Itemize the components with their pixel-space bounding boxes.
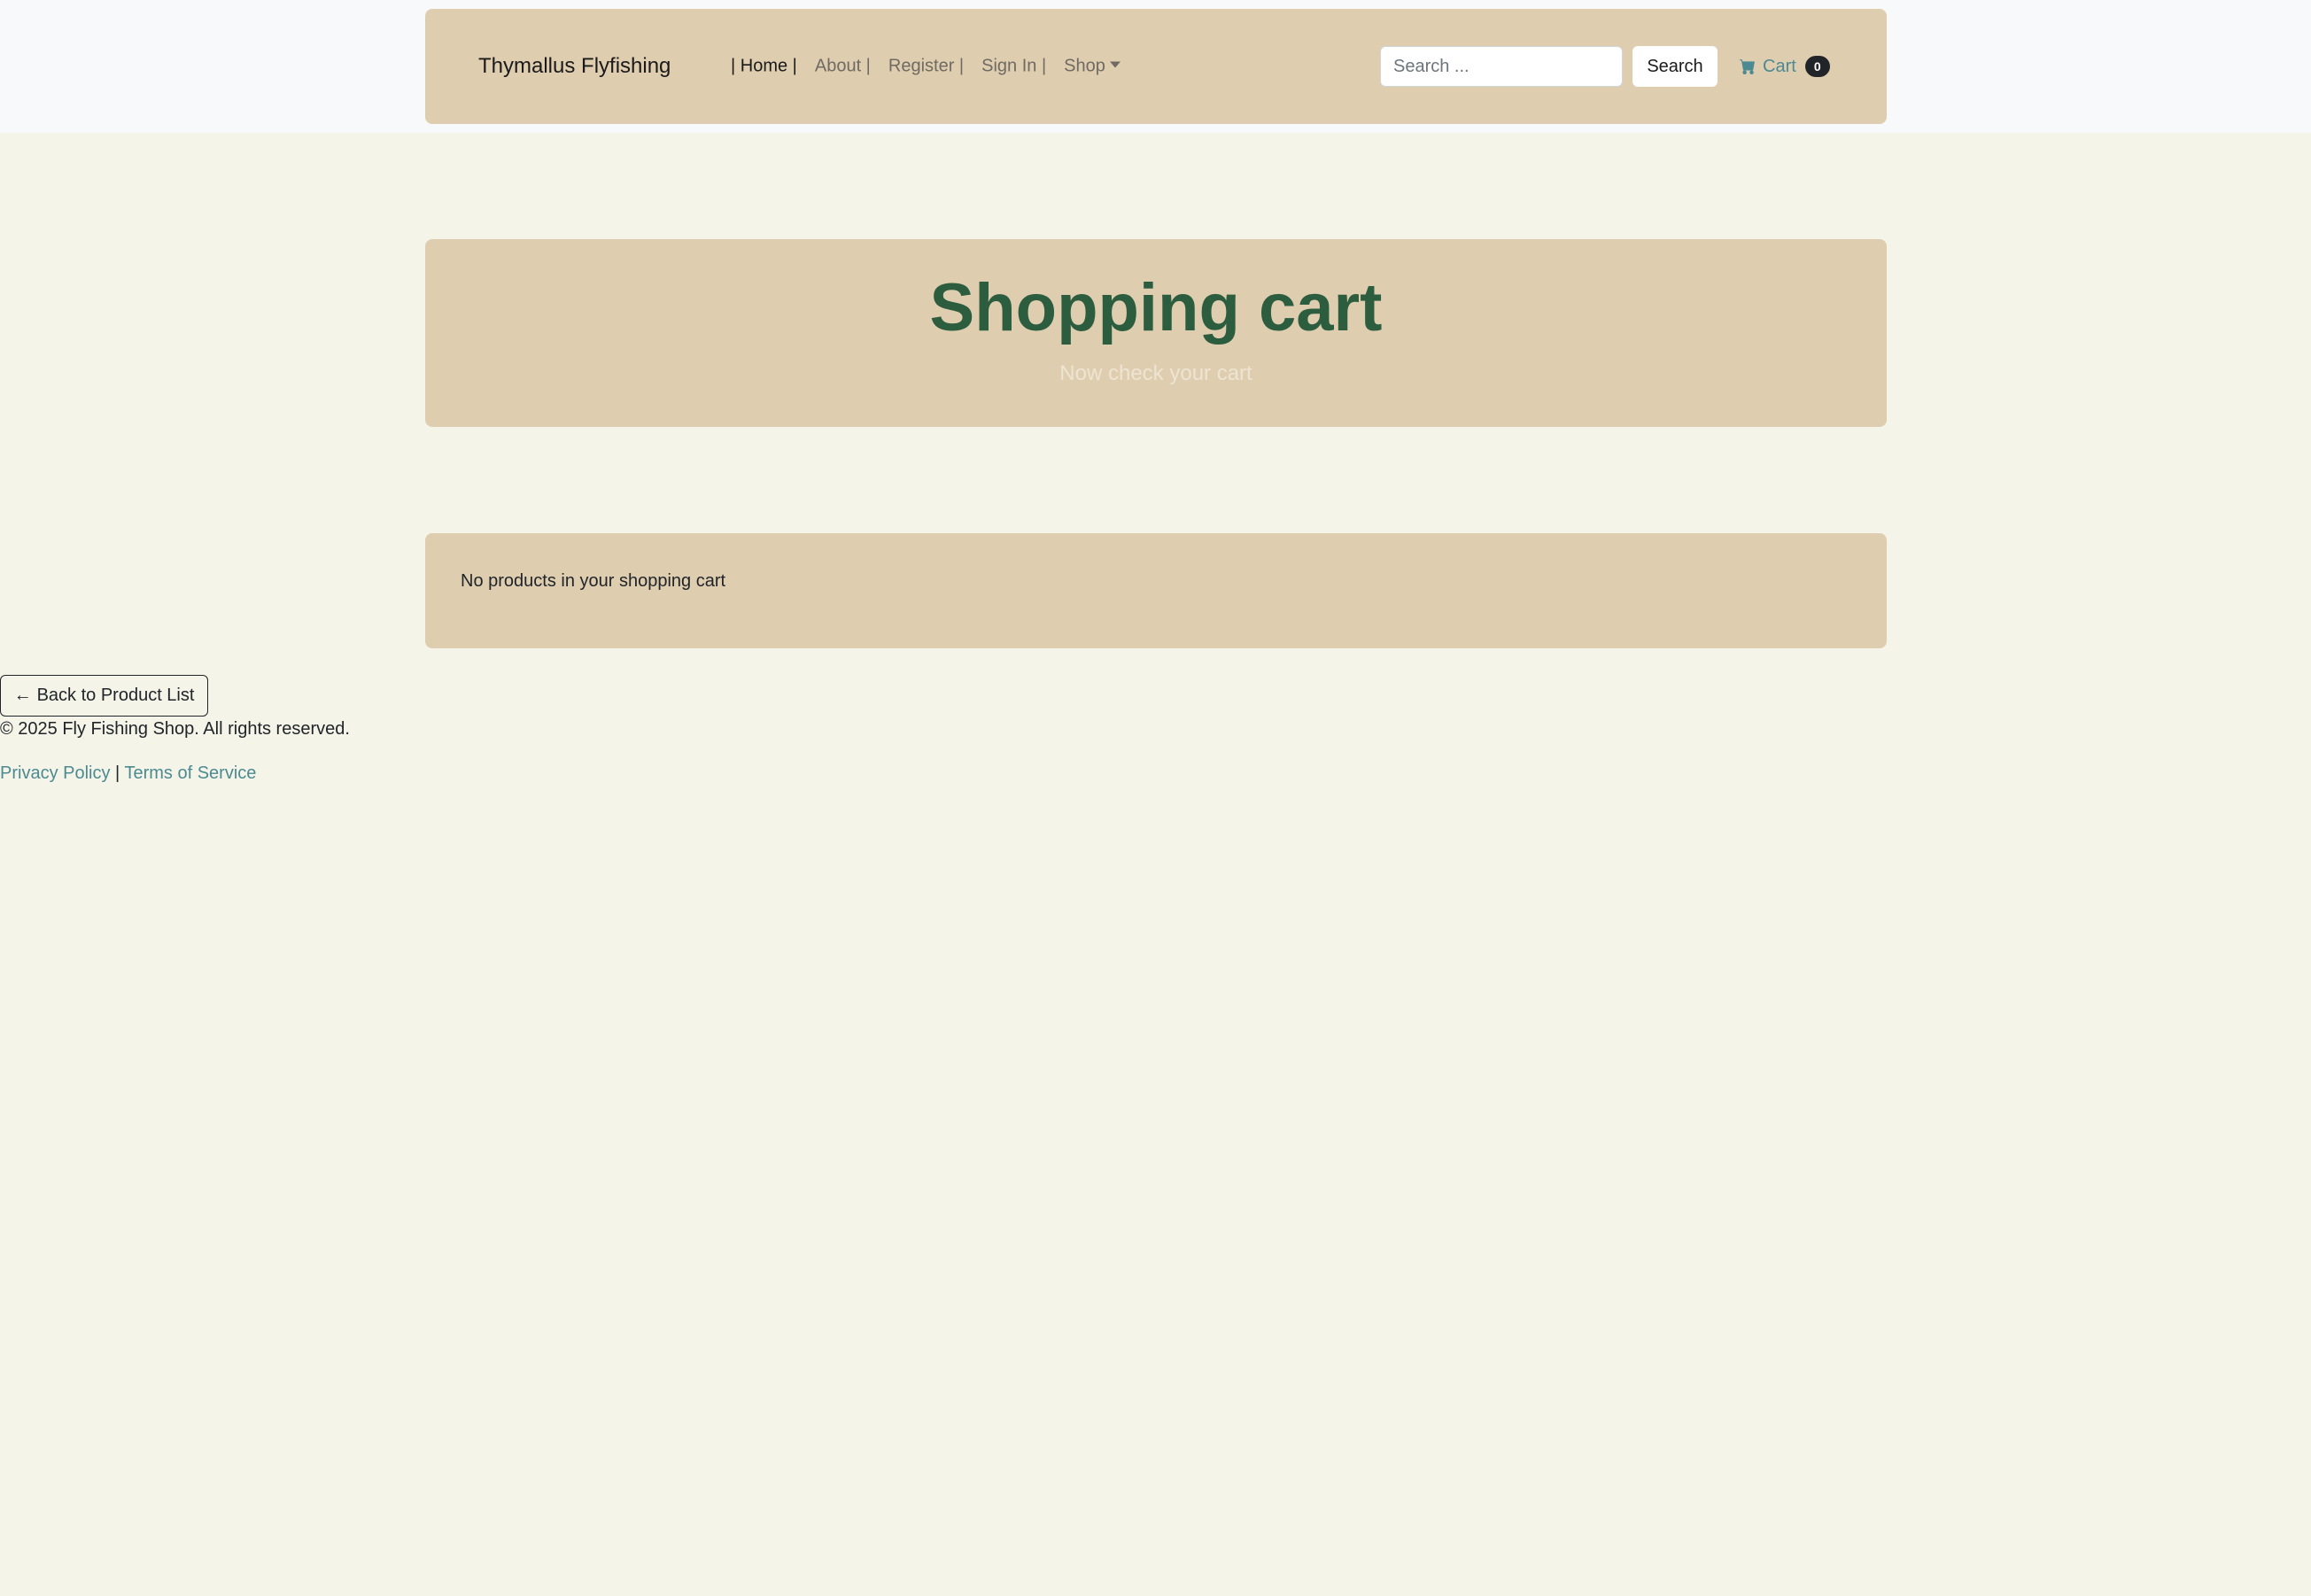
page-title: Shopping cart (929, 270, 1383, 345)
arrow-left-icon: ← (13, 686, 32, 705)
cart-panel: No products in your shopping cart (425, 533, 1887, 648)
cart-link[interactable]: Cart 0 (1740, 56, 1830, 77)
nav-sign-in[interactable]: Sign In | (981, 57, 1046, 77)
copyright-text: © 2025 Fly Fishing Shop. All rights rese… (0, 719, 350, 739)
cart-label: Cart (1763, 56, 1796, 76)
nav-links: | Home | About | Register | Sign In | Sh… (731, 57, 1138, 77)
navbar: Thymallus Flyfishing | Home | About | Re… (425, 9, 1887, 124)
nav-home[interactable]: | Home | (731, 57, 797, 77)
search-button[interactable]: Search (1632, 46, 1718, 87)
footer-separator: | (115, 763, 120, 783)
nav-register[interactable]: Register | (888, 57, 964, 77)
footer-links: Privacy Policy | Terms of Service (0, 763, 256, 784)
empty-cart-message: No products in your shopping cart (461, 571, 726, 591)
nav-about[interactable]: About | (815, 57, 871, 77)
back-button-label: Back to Product List (36, 686, 195, 705)
cart-count-badge: 0 (1804, 56, 1830, 77)
back-to-product-list-button[interactable]: ← Back to Product List (0, 675, 208, 717)
terms-of-service-link[interactable]: Terms of Service (124, 763, 256, 783)
caret-down-icon (1109, 61, 1121, 68)
shopping-cart-icon (1740, 59, 1755, 74)
privacy-policy-link[interactable]: Privacy Policy (0, 763, 110, 783)
search-input[interactable] (1380, 46, 1623, 87)
nav-shop-dropdown[interactable]: Shop (1064, 57, 1121, 77)
nav-shop-label: Shop (1064, 56, 1105, 76)
brand-link[interactable]: Thymallus Flyfishing (478, 54, 671, 79)
hero-banner: Shopping cart Now check your cart (425, 239, 1887, 427)
page-subtitle: Now check your cart (1059, 361, 1252, 385)
